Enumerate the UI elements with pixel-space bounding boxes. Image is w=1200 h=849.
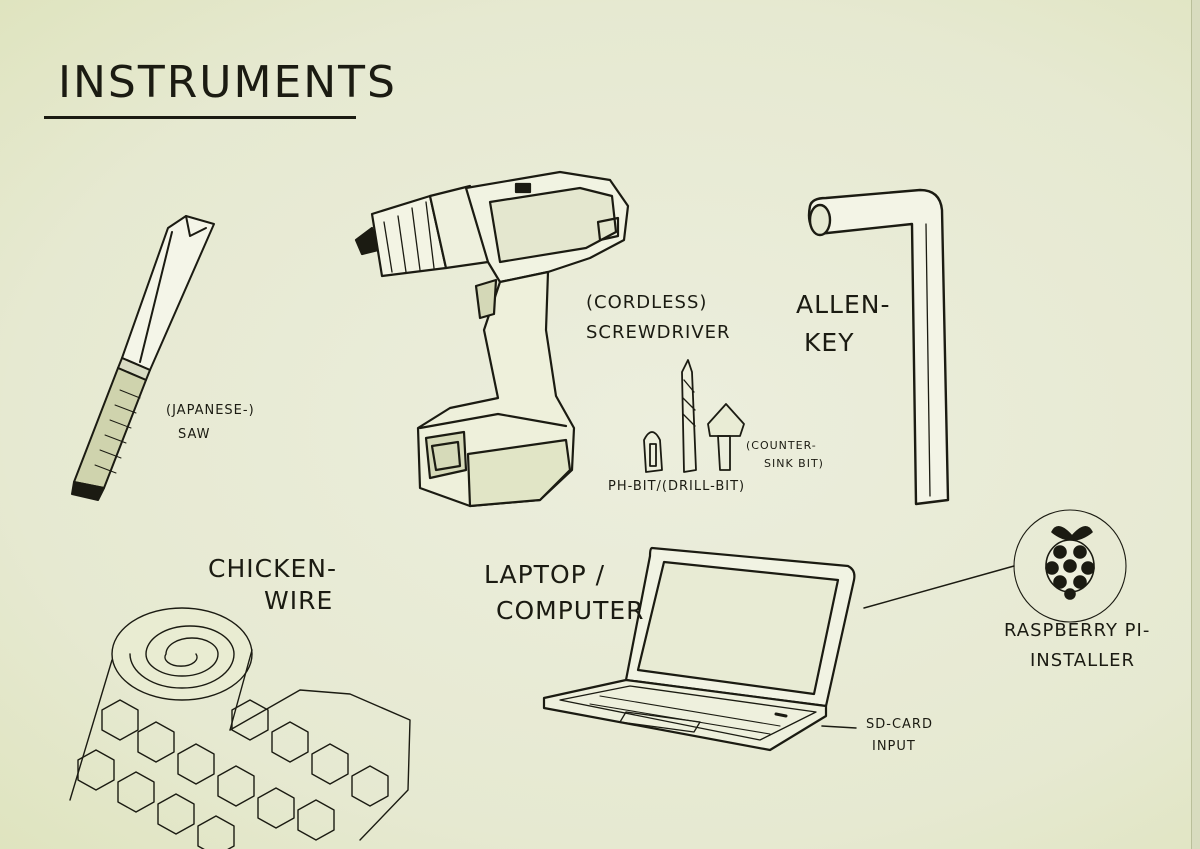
saw-icon <box>71 215 215 501</box>
chicken-wire-label-line1: CHICKEN- <box>208 554 337 583</box>
countersink-bit-icon <box>707 403 745 471</box>
bits-label: PH-BIT/(DRILL-BIT) <box>608 479 746 494</box>
screwdriver-label-line1: (CORDLESS) <box>586 292 708 313</box>
sketch-sheet: INSTRUMENTS (JAPANESE-) SAW (CORDLESS) S… <box>0 0 1200 849</box>
raspberry-pi-logo-icon <box>1013 509 1127 623</box>
saw-label-line2: SAW <box>178 427 211 442</box>
ph-bit-icon <box>643 431 663 473</box>
chicken-wire-roll-icon <box>69 607 411 849</box>
allen-key-label-line1: ALLEN- <box>796 290 891 319</box>
chicken-wire-label-line2: WIRE <box>264 586 334 615</box>
raspberry-pi-label-line2: INSTALLER <box>1030 650 1136 671</box>
screwdriver-label-line2: SCREWDRIVER <box>586 322 731 343</box>
sketch-drawings <box>69 170 1127 849</box>
sd-card-label-line2: INPUT <box>872 739 916 754</box>
laptop-label-line2: COMPUTER <box>496 596 645 625</box>
allen-key-label-line2: KEY <box>804 328 855 357</box>
drill-bit-icon <box>681 359 697 473</box>
laptop-label-line1: LAPTOP / <box>484 560 606 589</box>
saw-label-line1: (JAPANESE-) <box>166 403 255 418</box>
countersink-label-line2: SINK BIT) <box>764 457 824 470</box>
countersink-label-line1: (COUNTER- <box>746 439 817 452</box>
title-underline <box>44 116 356 119</box>
page-title: INSTRUMENTS <box>58 57 397 108</box>
raspberry-pi-label-line1: RASPBERRY PI- <box>1004 620 1151 641</box>
sd-card-label-line1: SD-CARD <box>866 717 933 732</box>
